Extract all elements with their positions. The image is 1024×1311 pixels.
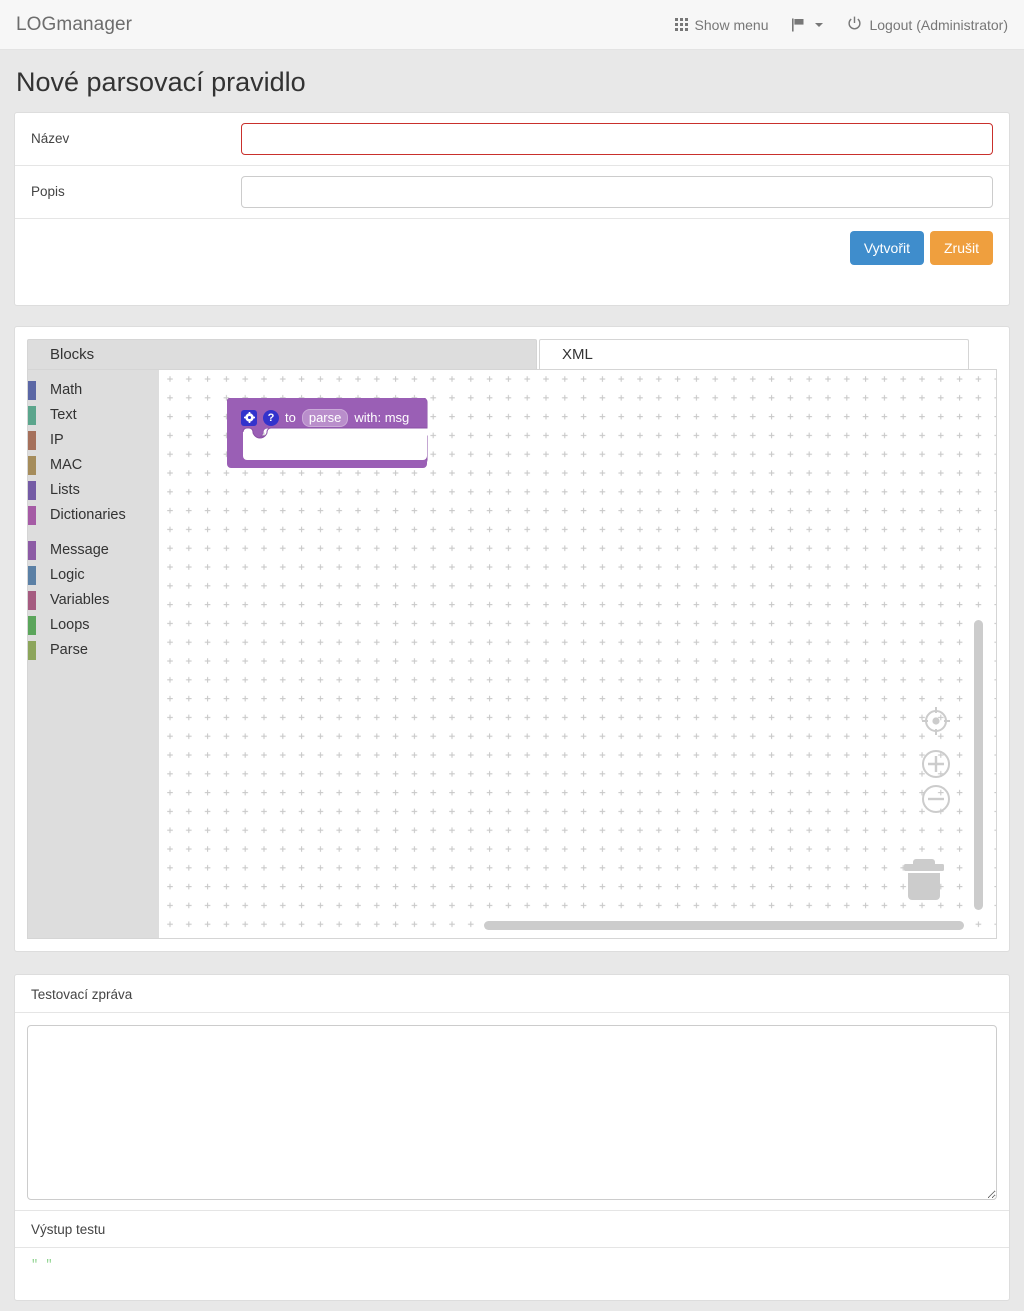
plus-icon	[922, 749, 950, 778]
blockly-toolbox: Math Text IP MAC Lists Dictionaries Mess…	[28, 369, 159, 938]
trash-can-icon	[904, 858, 944, 900]
blockly-editor-panel: Blocks XML Math Text IP MAC Lists Dictio…	[14, 325, 1010, 952]
toolbox-category-label: Loops	[50, 617, 90, 634]
test-output-value: " "	[31, 1257, 53, 1272]
blockly-workspace: Math Text IP MAC Lists Dictionaries Mess…	[27, 368, 997, 939]
name-input[interactable]	[241, 122, 993, 155]
zoom-out-button[interactable]	[920, 783, 952, 820]
block-label-with: with: msg	[354, 410, 410, 426]
toolbox-category-label: Logic	[50, 567, 85, 584]
toolbox-category-text[interactable]: Text	[28, 403, 159, 428]
category-color-swatch	[28, 405, 36, 425]
test-message-body	[15, 1013, 1009, 1211]
category-color-swatch	[28, 455, 36, 475]
toolbox-category-math[interactable]: Math	[28, 378, 159, 403]
toolbox-category-label: Text	[50, 407, 77, 424]
center-workspace-button[interactable]	[920, 705, 952, 742]
toolbox-separator	[28, 528, 159, 538]
chevron-down-icon	[815, 22, 824, 27]
toolbox-category-loops[interactable]: Loops	[28, 613, 159, 638]
toolbox-category-mac[interactable]: MAC	[28, 453, 159, 478]
power-icon	[847, 16, 862, 34]
block-to-parse-with-msg[interactable]: ? to parse with: msg	[227, 397, 435, 468]
category-color-swatch	[28, 590, 36, 610]
name-label: Název	[31, 131, 70, 147]
toolbox-category-label: Variables	[50, 592, 110, 609]
form-row-description: Popis	[15, 166, 1009, 219]
tab-xml[interactable]: XML	[539, 338, 969, 369]
logout-button[interactable]: Logout (Administrator)	[847, 16, 1008, 34]
toolbox-category-label: MAC	[50, 457, 83, 474]
top-navbar: LOGmanager Show menu Logout (Administrat…	[0, 0, 1024, 50]
category-color-swatch	[28, 565, 36, 585]
category-color-swatch	[28, 505, 36, 525]
test-message-label: Testovací zpráva	[15, 975, 1009, 1013]
toolbox-category-label: Message	[50, 542, 109, 559]
toolbox-category-label: Lists	[50, 482, 80, 499]
category-color-swatch	[28, 540, 36, 560]
toolbox-category-label: Math	[50, 382, 83, 399]
category-color-swatch	[28, 380, 36, 400]
delete-trash-button[interactable]	[902, 855, 946, 908]
toolbox-category-dictionaries[interactable]: Dictionaries	[28, 503, 159, 528]
block-label-to: to	[285, 410, 296, 426]
form-row-name: Název	[15, 113, 1009, 166]
show-menu-label: Show menu	[694, 16, 769, 33]
description-label: Popis	[31, 184, 65, 200]
toolbox-category-label: Parse	[50, 642, 88, 659]
toolbox-category-message[interactable]: Message	[28, 538, 159, 563]
navbar-right-group: Show menu Logout (Administrator)	[674, 16, 1008, 34]
form-actions: Vytvořit Zrušit	[15, 219, 1009, 305]
brand-logo[interactable]: LOGmanager	[16, 14, 132, 36]
category-color-swatch	[28, 480, 36, 500]
show-menu-button[interactable]: Show menu	[674, 16, 769, 33]
minus-icon	[922, 784, 950, 813]
block-field-parse[interactable]: parse	[301, 408, 349, 427]
workspace-horizontal-scrollbar[interactable]	[484, 920, 964, 930]
test-message-textarea[interactable]	[27, 1024, 997, 1200]
rule-form-panel: Název Popis Vytvořit Zrušit	[14, 111, 1010, 306]
editor-tabs: Blocks XML	[27, 338, 997, 369]
block-content-row: ? to parse with: msg	[241, 407, 409, 429]
category-color-swatch	[28, 615, 36, 635]
workspace-vertical-scrollbar[interactable]	[974, 619, 983, 910]
test-output-label: Výstup testu	[15, 1211, 1009, 1248]
grid-icon	[674, 18, 688, 31]
toolbox-category-label: IP	[50, 432, 64, 449]
description-input[interactable]	[241, 175, 993, 208]
cancel-button[interactable]: Zrušit	[930, 230, 993, 265]
language-flag-dropdown[interactable]	[792, 18, 824, 32]
blockly-canvas[interactable]: ? to parse with: msg	[159, 369, 996, 938]
toolbox-category-ip[interactable]: IP	[28, 428, 159, 453]
question-mark-icon[interactable]: ?	[263, 409, 279, 426]
tab-blocks[interactable]: Blocks	[27, 338, 537, 369]
flag-icon	[792, 18, 805, 32]
toolbox-category-lists[interactable]: Lists	[28, 478, 159, 503]
toolbox-category-parse[interactable]: Parse	[28, 638, 159, 663]
toolbox-category-variables[interactable]: Variables	[28, 588, 159, 613]
category-color-swatch	[28, 430, 36, 450]
gear-icon[interactable]	[241, 409, 257, 426]
logout-label: Logout (Administrator)	[869, 16, 1008, 33]
test-panel: Testovací zpráva Výstup testu " "	[14, 973, 1010, 1301]
create-button[interactable]: Vytvořit	[849, 230, 924, 265]
toolbox-category-logic[interactable]: Logic	[28, 563, 159, 588]
toolbox-category-label: Dictionaries	[50, 507, 126, 524]
crosshair-target-icon	[922, 706, 950, 735]
page-title: Nové parsovací pravidlo	[16, 67, 306, 97]
zoom-in-button[interactable]	[920, 748, 952, 785]
category-color-swatch	[28, 640, 36, 660]
